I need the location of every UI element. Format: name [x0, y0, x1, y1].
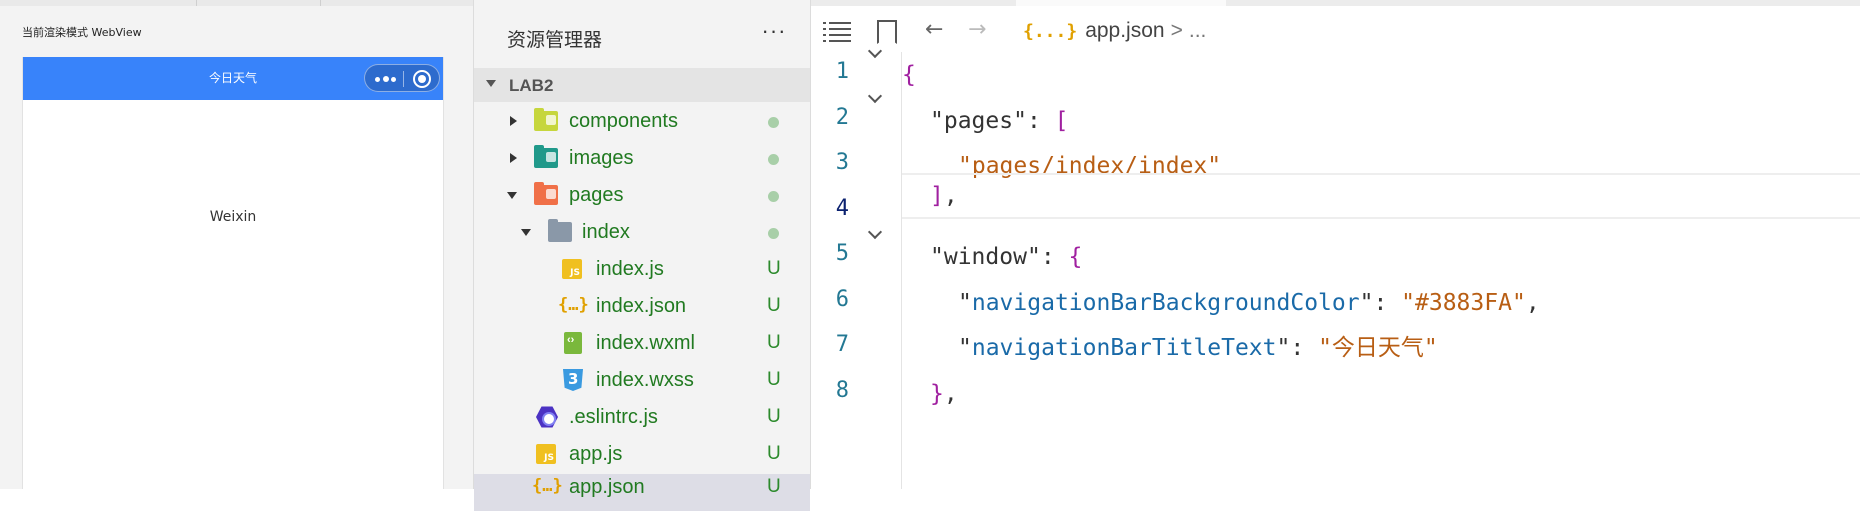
tree-item-label: components: [569, 110, 678, 132]
status-dot: [768, 191, 779, 202]
folder-icon: [548, 219, 572, 242]
page-text: Weixin: [209, 209, 257, 225]
more-dots-icon[interactable]: [375, 72, 397, 86]
chevron-down-icon[interactable]: [868, 46, 882, 60]
arrow-left-icon[interactable]: ←: [925, 12, 951, 48]
capsule-menu[interactable]: [364, 64, 440, 92]
status-untracked: U: [767, 476, 781, 497]
simulator-toolbar: [0, 0, 473, 6]
code-area[interactable]: { "pages": [ "pages/index/index" ], "win…: [901, 52, 1860, 489]
tree-item-index-json[interactable]: {…} index.json U: [474, 288, 810, 325]
simulator-panel: 当前渲染模式 WebView 今日天气 Weixin: [0, 0, 473, 489]
tree-item-components[interactable]: components: [474, 103, 810, 140]
navigation-bar: 今日天气: [23, 57, 443, 100]
folder-pages-icon: [534, 182, 558, 205]
project-header[interactable]: LAB2: [474, 68, 810, 102]
tree-item-index-wxss[interactable]: index.wxss U: [474, 362, 810, 399]
tree-item-index-js[interactable]: JS index.js U: [474, 251, 810, 288]
chevron-right-icon: [510, 116, 517, 126]
eslint-file-icon: [536, 406, 558, 428]
status-untracked: U: [767, 258, 781, 279]
tree-item-images[interactable]: images: [474, 140, 810, 177]
wxml-file-icon: [564, 332, 582, 354]
render-mode-label: 当前渲染模式 WebView: [22, 26, 142, 39]
code-line-1: {: [902, 62, 916, 88]
json-file-icon: {…}: [532, 476, 563, 496]
code-line-5: "window": {: [930, 244, 1083, 270]
toolbar-divider: [196, 0, 197, 6]
explorer-title: 资源管理器: [507, 30, 603, 51]
js-file-icon: JS: [536, 444, 556, 464]
line-number: 5: [835, 241, 849, 266]
chevron-down-icon[interactable]: [868, 227, 882, 241]
breadcrumb-separator: >: [1170, 19, 1183, 42]
line-number: 1: [835, 59, 849, 84]
tree-item-label: pages: [569, 184, 624, 206]
bookmark-icon[interactable]: [875, 12, 895, 48]
chevron-down-icon: [486, 80, 496, 87]
tree-item-app-json[interactable]: {…} app.json U: [474, 474, 810, 511]
line-number: 2: [835, 105, 849, 130]
js-file-icon: JS: [562, 259, 582, 279]
code-line-8: },: [930, 381, 958, 407]
arrow-right-icon[interactable]: →: [968, 12, 994, 48]
explorer-panel: 资源管理器 ··· LAB2 components images pages i…: [473, 0, 811, 511]
tree-item-label: index.json: [596, 295, 687, 317]
project-name: LAB2: [509, 76, 554, 95]
toolbar-divider: [320, 0, 321, 6]
tree-item-index-folder[interactable]: index: [474, 214, 810, 251]
code-editor: ← → {...} app.json >... 1 2 3 4 5 6 7 8 { …: [811, 0, 1860, 489]
line-number: 4: [835, 196, 849, 221]
tree-item-index-wxml[interactable]: index.wxml U: [474, 325, 810, 362]
json-file-icon: {…}: [558, 295, 589, 315]
status-untracked: U: [767, 332, 781, 353]
code-line-4: ],: [902, 173, 1860, 219]
code-line-2: "pages": [: [930, 108, 1069, 134]
ellipsis-icon[interactable]: ···: [754, 18, 794, 48]
tree-item-label: app.json: [569, 476, 645, 498]
breadcrumb[interactable]: {...} app.json >...: [1023, 19, 1206, 43]
folder-components-icon: [534, 108, 558, 131]
chevron-right-icon: [510, 153, 517, 163]
tree-item-label: index.js: [596, 258, 664, 280]
tree-item-label: index: [582, 221, 630, 243]
status-dot: [768, 228, 779, 239]
chevron-down-icon: [507, 192, 517, 199]
status-dot: [768, 154, 779, 165]
tree-item-eslintrc[interactable]: .eslintrc.js U: [474, 399, 810, 436]
chevron-down-icon: [521, 229, 531, 236]
status-untracked: U: [767, 406, 781, 427]
editor-toolbar: ← → {...} app.json >...: [811, 6, 1860, 52]
status-untracked: U: [767, 295, 781, 316]
line-number: 6: [835, 287, 849, 312]
tree-item-label: app.js: [569, 443, 623, 465]
tree-item-label: images: [569, 147, 634, 169]
tree-item-label: index.wxml: [596, 332, 695, 354]
close-target-icon[interactable]: [413, 70, 431, 88]
line-number: 3: [835, 150, 849, 175]
folder-images-icon: [534, 145, 558, 168]
code-line-7: "navigationBarTitleText": "今日天气": [958, 335, 1438, 361]
tree-item-app-js[interactable]: JS app.js U: [474, 436, 810, 473]
tree-item-label: .eslintrc.js: [569, 406, 658, 428]
wxss-file-icon: [563, 369, 583, 391]
phone-screen[interactable]: 今日天气 Weixin: [22, 57, 444, 489]
tree-item-label: index.wxss: [596, 369, 694, 391]
capsule-divider: [403, 71, 404, 87]
line-number: 7: [835, 332, 849, 357]
status-dot: [768, 117, 779, 128]
breadcrumb-file[interactable]: app.json: [1085, 19, 1164, 42]
line-number-gutter: 1 2 3 4 5 6 7 8: [811, 52, 901, 489]
line-number: 8: [835, 378, 849, 403]
status-untracked: U: [767, 369, 781, 390]
list-icon[interactable]: [823, 12, 853, 48]
status-untracked: U: [767, 443, 781, 464]
breadcrumb-more[interactable]: ...: [1189, 19, 1207, 42]
code-line-6: "navigationBarBackgroundColor": "#3883FA…: [958, 290, 1540, 316]
chevron-down-icon[interactable]: [868, 91, 882, 105]
json-file-icon: {...}: [1023, 21, 1078, 42]
tree-item-pages[interactable]: pages: [474, 177, 810, 214]
